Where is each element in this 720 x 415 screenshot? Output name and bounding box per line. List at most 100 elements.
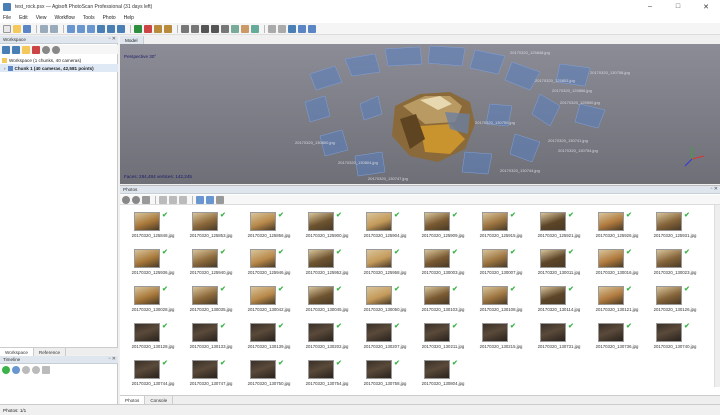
rock-model[interactable] (392, 92, 475, 162)
photo-image[interactable] (482, 286, 508, 305)
add-photos-icon[interactable] (12, 45, 20, 54)
photo-image[interactable] (192, 212, 218, 231)
photo-image[interactable] (424, 323, 450, 342)
photo-thumbnail[interactable]: ✔ 20170320_125909.jpg (415, 212, 471, 242)
photo-thumbnail[interactable]: ✔ 20170320_125936.jpg (125, 249, 181, 279)
rotate-icon[interactable] (181, 24, 189, 33)
photo-thumbnail[interactable]: ✔ 20170320_130758.jpg (357, 360, 413, 390)
menu-view[interactable]: View (36, 15, 47, 21)
save-project-icon[interactable] (23, 24, 31, 33)
camera-plane[interactable] (427, 45, 466, 67)
circle-selection-icon[interactable] (87, 24, 95, 33)
filter-icon[interactable] (179, 195, 187, 204)
rotate-right-icon[interactable] (132, 195, 140, 204)
photo-image[interactable] (656, 249, 682, 268)
photo-image[interactable] (308, 360, 334, 379)
tab-console[interactable]: Console (145, 396, 174, 404)
menu-photo[interactable]: Photo (103, 15, 116, 21)
photo-thumbnail[interactable]: ✔ 20170320_130103.jpg (415, 286, 471, 316)
photo-image[interactable] (250, 249, 276, 268)
photo-thumbnail[interactable]: ✔ 20170320_130028.jpg (125, 286, 181, 316)
timeline-settings-icon[interactable] (42, 365, 50, 374)
menu-tools[interactable]: Tools (83, 15, 95, 21)
view-details-icon[interactable] (206, 195, 214, 204)
photo-image[interactable] (656, 323, 682, 342)
photo-thumbnail[interactable]: ✔ 20170320_130128.jpg (125, 323, 181, 353)
menu-help[interactable]: Help (124, 15, 134, 21)
photo-thumbnail[interactable]: ✔ 20170320_130736.jpg (589, 323, 645, 353)
free-form-selection-icon[interactable] (97, 24, 105, 33)
photo-thumbnail[interactable]: ✔ 20170320_130114.jpg (531, 286, 587, 316)
photo-image[interactable] (424, 212, 450, 231)
photo-thumbnail[interactable]: ✔ 20170320_130007.jpg (473, 249, 529, 279)
show-markers-icon[interactable] (278, 24, 286, 33)
camera-plane[interactable] (574, 103, 606, 129)
photo-thumbnail[interactable]: ✔ 20170320_130750.jpg (241, 360, 297, 390)
show-region-icon[interactable] (288, 24, 296, 33)
show-cameras-icon[interactable] (268, 24, 276, 33)
photo-image[interactable] (134, 212, 160, 231)
photo-image[interactable] (598, 286, 624, 305)
photo-thumbnail[interactable]: ✔ 20170320_125848.jpg (125, 212, 181, 242)
photo-thumbnail[interactable]: ✔ 20170320_130804.jpg (415, 360, 471, 390)
photo-thumbnail[interactable]: ✔ 20170320_125952.jpg (299, 249, 355, 279)
move-region-icon[interactable] (107, 24, 115, 33)
photo-thumbnail[interactable]: ✔ 20170320_130747.jpg (183, 360, 239, 390)
move-object-icon[interactable] (308, 24, 316, 33)
photo-thumbnail[interactable]: ✔ 20170320_130202.jpg (299, 323, 355, 353)
photo-thumbnail[interactable]: ✔ 20170320_130754.jpg (299, 360, 355, 390)
menu-edit[interactable]: Edit (19, 15, 28, 21)
camera-plane[interactable] (531, 93, 561, 127)
solid-model-icon[interactable] (231, 24, 239, 33)
photo-image[interactable] (308, 212, 334, 231)
photo-thumbnail[interactable]: ✔ 20170320_125926.jpg (589, 212, 645, 242)
photo-image[interactable] (540, 249, 566, 268)
open-project-icon[interactable] (13, 24, 21, 33)
reset-view-icon[interactable] (298, 24, 306, 33)
photo-thumbnail[interactable]: ✔ 20170320_125940.jpg (183, 249, 239, 279)
photo-thumbnail[interactable]: ✔ 20170320_125856.jpg (241, 212, 297, 242)
photo-thumbnail[interactable]: ✔ 20170320_130050.jpg (357, 286, 413, 316)
photo-thumbnail[interactable]: ✔ 20170320_130016.jpg (589, 249, 645, 279)
photo-thumbnail[interactable]: ✔ 20170320_125946.jpg (241, 249, 297, 279)
photo-image[interactable] (424, 249, 450, 268)
menu-workflow[interactable]: Workflow (54, 15, 74, 21)
camera-plane[interactable] (309, 65, 343, 91)
rectangle-selection-icon[interactable] (77, 24, 85, 33)
photo-image[interactable] (192, 360, 218, 379)
photo-image[interactable] (540, 323, 566, 342)
photo-thumbnail[interactable]: ✔ 20170320_130003.jpg (415, 249, 471, 279)
photo-image[interactable] (598, 212, 624, 231)
menu-file[interactable]: File (3, 15, 11, 21)
photo-thumbnail[interactable]: ✔ 20170320_130744.jpg (125, 360, 181, 390)
photos-scrollbar[interactable] (714, 205, 720, 387)
close-button[interactable]: ✕ (692, 0, 720, 13)
photo-image[interactable] (540, 212, 566, 231)
tree-item-chunk[interactable]: › Chunk 1 (40 cameras, 42,581 points) (0, 64, 118, 72)
model-scene[interactable]: Perspective 30° Faces: 284,484 vertices:… (120, 44, 720, 184)
tab-model[interactable]: Model (120, 36, 144, 44)
photo-thumbnail[interactable]: ✔ 20170320_130121.jpg (589, 286, 645, 316)
photo-thumbnail[interactable]: ✔ 20170320_125904.jpg (357, 212, 413, 242)
photo-image[interactable] (192, 323, 218, 342)
photo-image[interactable] (308, 286, 334, 305)
photo-thumbnail[interactable]: ✔ 20170320_130740.jpg (647, 323, 703, 353)
add-chunk-icon[interactable] (2, 45, 10, 54)
textured-model-icon[interactable] (241, 24, 249, 33)
camera-plane[interactable] (359, 95, 383, 121)
photo-image[interactable] (366, 360, 392, 379)
model-viewport[interactable]: Perspective 30° Faces: 284,484 vertices:… (120, 44, 720, 184)
photo-thumbnail[interactable]: ✔ 20170320_130042.jpg (241, 286, 297, 316)
photo-thumbnail[interactable]: ✔ 20170320_130139.jpg (241, 323, 297, 353)
step-back-icon[interactable] (22, 365, 30, 374)
rotate-left-icon[interactable] (122, 195, 130, 204)
camera-plane[interactable] (469, 49, 506, 75)
photo-thumbnail[interactable]: ✔ 20170320_130126.jpg (647, 286, 703, 316)
expand-arrow-icon[interactable]: › (4, 66, 6, 71)
delete-selection-icon[interactable] (144, 24, 152, 33)
tab-photos[interactable]: Photos (120, 396, 146, 404)
photo-thumbnail[interactable]: ✔ 20170320_130731.jpg (531, 323, 587, 353)
point-cloud-icon[interactable] (201, 24, 209, 33)
photo-image[interactable] (250, 286, 276, 305)
ruler-icon[interactable] (164, 24, 172, 33)
